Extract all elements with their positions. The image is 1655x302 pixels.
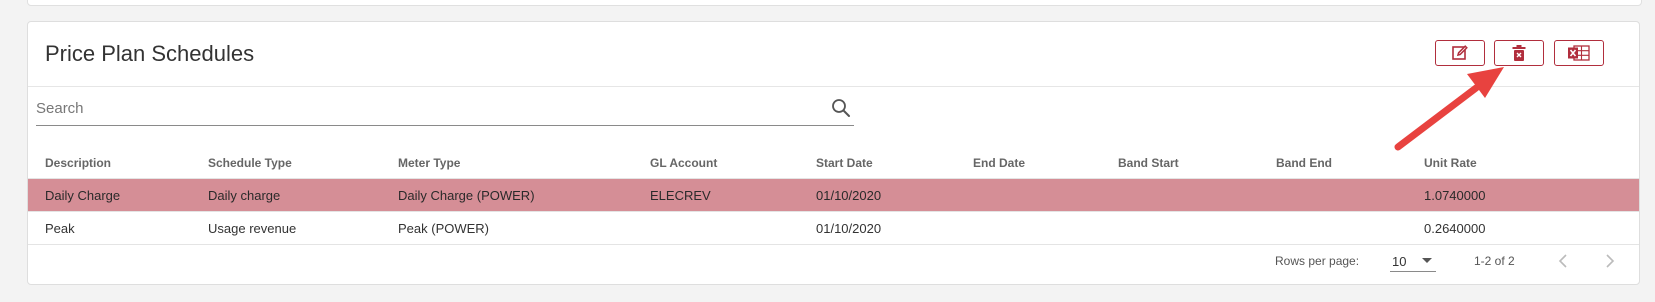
cell-band-end	[1276, 178, 1424, 212]
rows-per-page-label: Rows per page:	[1275, 254, 1360, 268]
cell-start-date: 01/10/2020	[816, 211, 973, 245]
column-header-unit-rate[interactable]: Unit Rate	[1424, 148, 1639, 179]
cell-meter-type: Daily Charge (POWER)	[398, 178, 650, 212]
cell-end-date	[973, 178, 1118, 212]
cell-unit-rate: 1.0740000	[1424, 178, 1639, 212]
cell-schedule-type: Usage revenue	[208, 211, 398, 245]
edit-icon	[1452, 45, 1468, 60]
column-header-start-date[interactable]: Start Date	[816, 148, 973, 179]
cell-description: Daily Charge	[28, 178, 208, 212]
column-header-schedule-type[interactable]: Schedule Type	[208, 148, 398, 179]
cell-band-end	[1276, 211, 1424, 245]
column-header-meter-type[interactable]: Meter Type	[398, 148, 650, 179]
cell-description: Peak	[28, 211, 208, 245]
next-page-button[interactable]	[1599, 250, 1621, 272]
excel-export-button[interactable]	[1554, 40, 1604, 66]
chevron-right-icon	[1606, 254, 1615, 268]
cell-start-date: 01/10/2020	[816, 178, 973, 212]
search-icon[interactable]	[830, 97, 852, 119]
chevron-left-icon	[1558, 254, 1567, 268]
cell-meter-type: Peak (POWER)	[398, 211, 650, 245]
rows-per-page-value: 10	[1392, 254, 1407, 269]
cell-band-start	[1118, 178, 1276, 212]
page-range-text: 1-2 of 2	[1474, 254, 1515, 268]
caret-down-icon	[1422, 258, 1432, 263]
delete-icon	[1512, 45, 1526, 61]
column-header-band-start[interactable]: Band Start	[1118, 148, 1276, 179]
cell-end-date	[973, 211, 1118, 245]
card-title: Price Plan Schedules	[45, 41, 255, 66]
rows-per-page-select[interactable]: 10	[1390, 248, 1436, 272]
table-row-selected[interactable]: Daily Charge Daily charge Daily Charge (…	[28, 178, 1639, 212]
column-header-description[interactable]: Description	[28, 148, 208, 179]
table-row[interactable]: Peak Usage revenue Peak (POWER) 01/10/20…	[28, 211, 1639, 245]
search-input[interactable]	[36, 96, 806, 120]
edit-button[interactable]	[1435, 40, 1485, 66]
price-plan-schedules-card: Price Plan Schedules Search Description …	[27, 21, 1640, 285]
cell-gl-account: ELECREV	[650, 178, 816, 212]
excel-export-icon	[1568, 45, 1590, 61]
column-header-end-date[interactable]: End Date	[973, 148, 1118, 179]
cell-unit-rate: 0.2640000	[1424, 211, 1639, 245]
schedules-table: Description Schedule Type Meter Type GL …	[28, 148, 1639, 245]
cell-schedule-type: Daily charge	[208, 178, 398, 212]
cell-gl-account	[650, 211, 816, 245]
column-header-gl-account[interactable]: GL Account	[650, 148, 816, 179]
delete-button[interactable]	[1494, 40, 1544, 66]
previous-card-edge	[27, 0, 1642, 6]
cell-band-start	[1118, 211, 1276, 245]
column-header-band-end[interactable]: Band End	[1276, 148, 1424, 179]
previous-page-button[interactable]	[1552, 250, 1574, 272]
table-header-row: Description Schedule Type Meter Type GL …	[28, 148, 1639, 179]
header-divider	[28, 86, 1639, 87]
table-pagination: Rows per page: 10 1-2 of 2	[28, 244, 1639, 278]
search-field	[36, 92, 854, 126]
